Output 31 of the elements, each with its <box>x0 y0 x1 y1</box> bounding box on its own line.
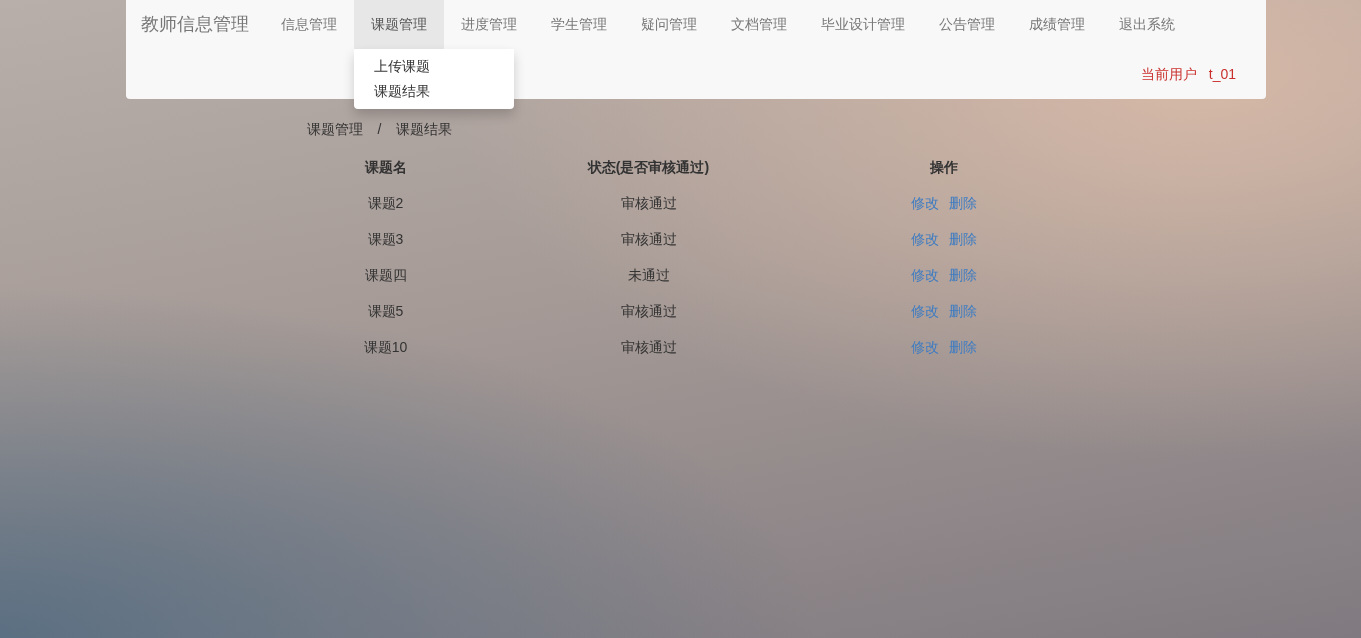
breadcrumb-item: 课题管理 <box>306 120 363 139</box>
nav-item[interactable]: 信息管理 <box>264 0 354 49</box>
nav-item[interactable]: 公告管理 <box>922 0 1012 49</box>
nav-item[interactable]: 毕业设计管理 <box>804 0 922 49</box>
current-user-label: 当前用户 <box>1140 65 1197 84</box>
status-cell: 审核通过 <box>620 303 677 319</box>
dropdown-item[interactable]: 上传课题 <box>354 54 514 79</box>
column-header: 操作 <box>929 159 958 175</box>
nav-item[interactable]: 退出系统 <box>1102 0 1192 49</box>
current-user-name: t_01 <box>1208 65 1236 84</box>
nav-item[interactable]: 疑问管理 <box>624 0 714 49</box>
breadcrumb-separator: / <box>377 120 382 139</box>
nav-item[interactable]: 学生管理 <box>534 0 624 49</box>
column-header: 状态(是否审核通过) <box>587 159 710 175</box>
topic-name-cell: 课题5 <box>367 303 404 319</box>
nav-item[interactable]: 成绩管理 <box>1012 0 1102 49</box>
status-cell: 未通过 <box>627 267 670 283</box>
nav-item[interactable]: 进度管理 <box>444 0 534 49</box>
topic-name-cell: 课题2 <box>367 195 404 211</box>
status-cell: 审核通过 <box>620 231 677 247</box>
topic-name-cell: 课题10 <box>363 339 408 355</box>
dropdown-item[interactable]: 课题结果 <box>354 79 514 104</box>
nav-item[interactable]: 课题管理 <box>354 0 444 49</box>
topic-name-cell: 课题四 <box>364 267 407 283</box>
status-cell: 审核通过 <box>620 339 677 355</box>
column-header: 课题名 <box>364 159 407 175</box>
breadcrumb-item: 课题结果 <box>396 120 453 139</box>
topic-name-cell: 课题3 <box>367 231 404 247</box>
nav-item[interactable]: 文档管理 <box>714 0 804 49</box>
status-cell: 审核通过 <box>620 195 677 211</box>
brand-title: 教师信息管理 <box>140 13 250 36</box>
